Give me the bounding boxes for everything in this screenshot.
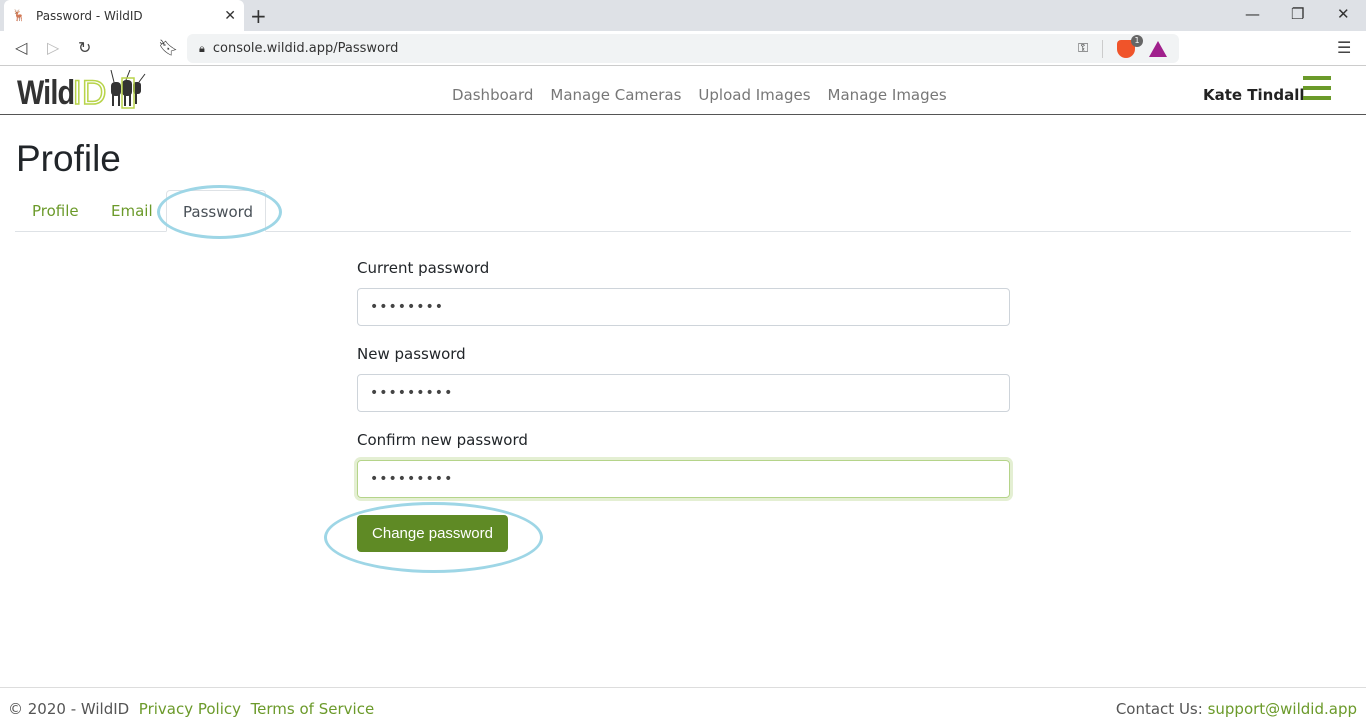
minimize-icon[interactable]: —: [1245, 5, 1260, 23]
nav-dashboard[interactable]: Dashboard: [452, 86, 533, 104]
privacy-link[interactable]: Privacy Policy: [139, 700, 241, 718]
change-password-button[interactable]: Change password: [357, 515, 508, 552]
browser-toolbar: ◁ ▷ ↻ 🔖︎ 🔒︎ console.wildid.app/Password …: [0, 31, 1366, 66]
bookmark-icon[interactable]: 🔖︎: [158, 38, 178, 57]
shield-badge: 1: [1131, 34, 1143, 47]
terms-link[interactable]: Terms of Service: [251, 700, 375, 718]
copyright: © 2020 - WildID: [8, 700, 130, 718]
tab-email[interactable]: Email: [95, 190, 169, 232]
support-email-link[interactable]: support@wildid.app: [1208, 700, 1357, 718]
tab-title: Password - WildID: [36, 8, 143, 23]
restore-icon[interactable]: ❐: [1291, 5, 1304, 23]
new-tab-icon[interactable]: +: [250, 4, 267, 28]
nav-upload-images[interactable]: Upload Images: [698, 86, 810, 104]
contact-label: Contact Us:: [1115, 700, 1203, 718]
main-nav: Dashboard Manage Cameras Upload Images M…: [452, 86, 947, 104]
browser-tab[interactable]: 🦌 Password - WildID ✕: [4, 0, 244, 31]
brave-shield-icon[interactable]: 1: [1117, 34, 1143, 58]
new-password-label: New password: [357, 345, 466, 363]
current-password-input[interactable]: ••••••••: [357, 288, 1010, 326]
lock-icon: 🔒︎: [199, 41, 205, 55]
page-title: Profile: [16, 138, 121, 179]
address-bar[interactable]: 🔒︎ console.wildid.app/Password ⚿ 1: [187, 34, 1179, 63]
close-window-icon[interactable]: ✕: [1337, 5, 1350, 23]
current-password-label: Current password: [357, 259, 490, 277]
logo[interactable]: Wild ID: [17, 70, 146, 112]
footer: © 2020 - WildID Privacy Policy Terms of …: [0, 687, 1366, 728]
menu-icon[interactable]: ☰: [1337, 38, 1351, 57]
user-name[interactable]: Kate Tindall: [1203, 86, 1305, 104]
tab-profile[interactable]: Profile: [16, 190, 95, 232]
hamburger-menu-icon[interactable]: [1303, 76, 1331, 106]
nav-manage-cameras[interactable]: Manage Cameras: [550, 86, 681, 104]
animals-logo-icon: [110, 70, 146, 109]
tab-password[interactable]: Password: [166, 190, 266, 232]
confirm-password-input[interactable]: •••••••••: [357, 460, 1010, 498]
site-header: Wild ID Dashboard Manage Cameras Upload …: [0, 67, 1366, 115]
forward-icon[interactable]: ▷: [47, 38, 59, 57]
new-password-input[interactable]: •••••••••: [357, 374, 1010, 412]
logo-wild: Wild: [17, 74, 75, 112]
key-icon[interactable]: ⚿: [1078, 41, 1088, 56]
close-tab-icon[interactable]: ✕: [224, 8, 236, 24]
favicon-icon: 🦌: [12, 8, 26, 22]
browser-tab-bar: 🦌 Password - WildID ✕ + — ❐ ✕: [0, 0, 1366, 31]
divider: [1102, 39, 1103, 58]
logo-id: ID: [72, 74, 108, 112]
reload-icon[interactable]: ↻: [78, 38, 91, 57]
profile-tabs: Profile Email Password: [15, 190, 1351, 232]
nav-manage-images[interactable]: Manage Images: [828, 86, 947, 104]
confirm-password-label: Confirm new password: [357, 431, 528, 449]
url-text[interactable]: console.wildid.app/Password: [213, 41, 399, 56]
back-icon[interactable]: ◁: [15, 38, 27, 57]
bat-rewards-icon[interactable]: [1149, 40, 1167, 57]
